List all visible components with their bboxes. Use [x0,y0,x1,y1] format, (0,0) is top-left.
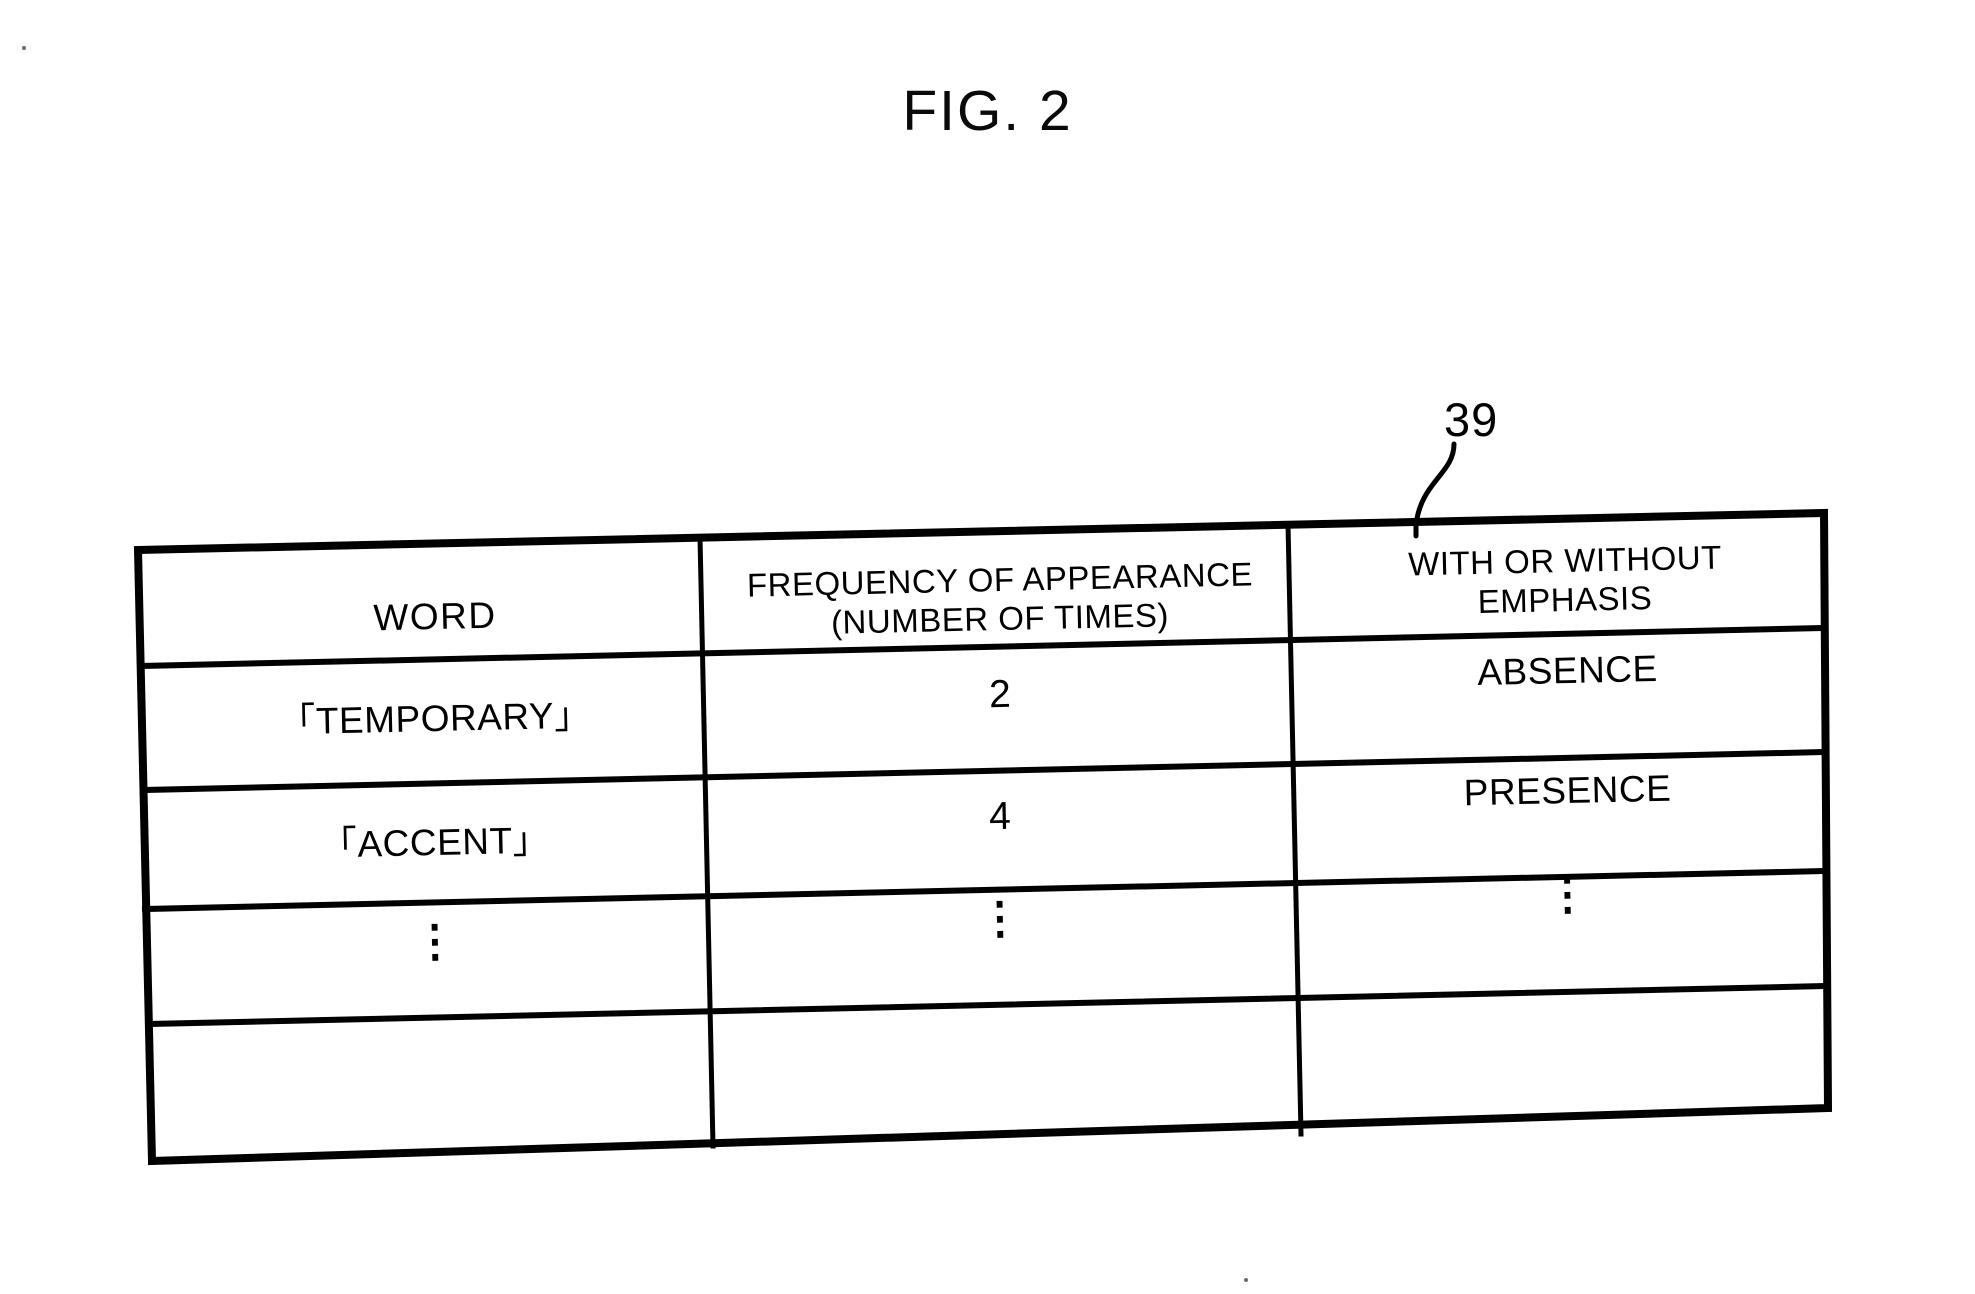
scan-speckle [22,46,26,50]
scan-speckle [1244,1278,1248,1282]
patent-figure-page: FIG. 2 39 WORD FREQUENCY OF APPEARANCE (… [0,0,1975,1294]
data-table: WORD FREQUENCY OF APPEARANCE (NUMBER OF … [0,0,1975,1294]
